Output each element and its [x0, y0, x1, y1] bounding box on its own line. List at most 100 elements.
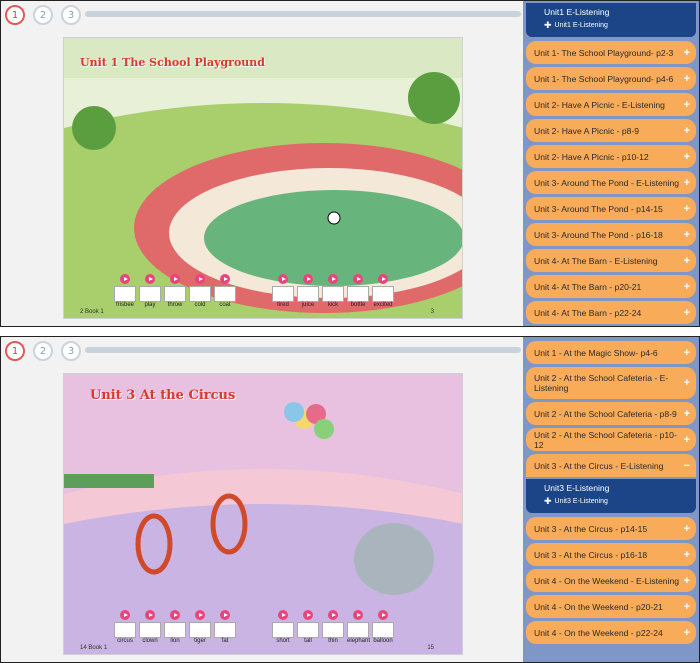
play-icon[interactable]	[145, 610, 155, 620]
textbook-page-circus: Unit 3 At the Circus circus clown lion t…	[63, 373, 463, 655]
play-icon[interactable]	[195, 610, 205, 620]
plus-icon[interactable]: +	[684, 434, 690, 445]
step-3[interactable]: 3	[61, 5, 81, 25]
play-icon[interactable]	[303, 610, 313, 620]
plus-icon[interactable]: +	[684, 575, 690, 586]
plus-icon[interactable]: +	[684, 408, 690, 419]
play-icon[interactable]	[328, 274, 338, 284]
play-icon[interactable]	[378, 274, 388, 284]
lesson-item[interactable]: Unit 4- At The Barn - p20-21 +	[526, 275, 696, 298]
vocab-item[interactable]: tiger	[189, 610, 211, 644]
minus-icon[interactable]: −	[684, 460, 690, 471]
play-icon[interactable]	[145, 274, 155, 284]
lesson-item[interactable]: Unit 3 - At the Circus - p16-18 +	[526, 543, 696, 566]
plus-icon[interactable]: +	[684, 47, 690, 58]
play-icon[interactable]	[353, 274, 363, 284]
play-icon[interactable]	[220, 610, 230, 620]
vocab-item[interactable]: balloon	[372, 610, 394, 644]
lesson-item[interactable]: Unit 1- The School Playground- p2-3 +	[526, 41, 696, 64]
lesson-item[interactable]: Unit 4- At The Barn - p22-24 +	[526, 301, 696, 324]
lesson-item[interactable]: Unit 3- Around The Pond - p14-15 +	[526, 197, 696, 220]
vocab-item[interactable]: juice	[297, 274, 319, 308]
lesson-item[interactable]: Unit 2 - At the School Cafeteria - p10-1…	[526, 428, 696, 451]
step-2[interactable]: 2	[33, 5, 53, 25]
vocab-strip-left: circus clown lion tiger fat	[114, 610, 236, 644]
vocab-item[interactable]: tired	[272, 274, 294, 308]
plus-icon[interactable]: +	[684, 627, 690, 638]
vocab-item[interactable]: throw	[164, 274, 186, 308]
vocab-strip-right: short tall thin elephant balloon	[272, 610, 394, 644]
plus-icon[interactable]: +	[684, 73, 690, 84]
lesson-item[interactable]: Unit 4 - On the Weekend - p22-24 +	[526, 621, 696, 644]
vocab-item[interactable]: clown	[139, 610, 161, 644]
sub-link[interactable]: ✚ Unit1 E-Listening	[544, 20, 688, 31]
vocab-item[interactable]: kick	[322, 274, 344, 308]
expanded-section: Unit3 E-Listening ✚ Unit3 E-Listening	[526, 479, 696, 513]
vocab-item[interactable]: bottle	[347, 274, 369, 308]
plus-icon[interactable]: +	[684, 151, 690, 162]
vocab-item[interactable]: short	[272, 610, 294, 644]
lesson-item[interactable]: Unit 1- The School Playground- p4-6 +	[526, 67, 696, 90]
vocab-item[interactable]: lion	[164, 610, 186, 644]
lesson-item[interactable]: Unit 2 - At the School Cafeteria - p8-9 +	[526, 402, 696, 425]
unit-title: Unit 3 At the Circus	[90, 388, 236, 403]
plus-icon[interactable]: +	[684, 549, 690, 560]
puzzle-icon: ✚	[544, 20, 552, 30]
plus-icon[interactable]: +	[684, 378, 690, 389]
page-stepper: 1 2 3	[5, 5, 81, 25]
lesson-item[interactable]: Unit 2- Have A Picnic - p10-12 +	[526, 145, 696, 168]
lesson-item[interactable]: Unit 3 - At the Circus - p14-15 +	[526, 517, 696, 540]
progress-bar	[85, 347, 521, 353]
plus-icon[interactable]: +	[684, 177, 690, 188]
play-icon[interactable]	[220, 274, 230, 284]
vocab-item[interactable]: excited	[372, 274, 394, 308]
play-icon[interactable]	[328, 610, 338, 620]
plus-icon[interactable]: +	[684, 125, 690, 136]
play-icon[interactable]	[278, 610, 288, 620]
lesson-item[interactable]: Unit 2 - At the School Cafeteria - E-Lis…	[526, 367, 696, 399]
progress-bar	[85, 11, 521, 17]
lesson-item[interactable]: Unit 2- Have A Picnic - p8-9 +	[526, 119, 696, 142]
lesson-item[interactable]: Unit 4 - On the Weekend - E-Listening +	[526, 569, 696, 592]
play-icon[interactable]	[278, 274, 288, 284]
lesson-item[interactable]: Unit 3- Around The Pond - E-Listening +	[526, 171, 696, 194]
play-icon[interactable]	[195, 274, 205, 284]
play-icon[interactable]	[170, 610, 180, 620]
lesson-item[interactable]: Unit 4 - On the Weekend - p20-21 +	[526, 595, 696, 618]
plus-icon[interactable]: +	[684, 203, 690, 214]
vocab-item[interactable]: thin	[322, 610, 344, 644]
vocab-item[interactable]: coat	[214, 274, 236, 308]
step-2[interactable]: 2	[33, 341, 53, 361]
vocab-item[interactable]: cold	[189, 274, 211, 308]
vocab-strip-right: tired juice kick bottle excited	[272, 274, 394, 308]
play-icon[interactable]	[303, 274, 313, 284]
vocab-item[interactable]: circus	[114, 610, 136, 644]
plus-icon[interactable]: +	[684, 307, 690, 318]
vocab-item[interactable]: frisbee	[114, 274, 136, 308]
vocab-item[interactable]: play	[139, 274, 161, 308]
lesson-item[interactable]: Unit 3- Around The Pond - p16-18 +	[526, 223, 696, 246]
play-icon[interactable]	[353, 610, 363, 620]
plus-icon[interactable]: +	[684, 99, 690, 110]
plus-icon[interactable]: +	[684, 281, 690, 292]
sub-link[interactable]: ✚ Unit3 E-Listening	[544, 496, 688, 507]
step-1[interactable]: 1	[5, 5, 25, 25]
plus-icon[interactable]: +	[684, 229, 690, 240]
step-1[interactable]: 1	[5, 341, 25, 361]
vocab-item[interactable]: fat	[214, 610, 236, 644]
lesson-item[interactable]: Unit 4- At The Barn - E-Listening +	[526, 249, 696, 272]
vocab-item[interactable]: elephant	[347, 610, 370, 644]
lesson-item[interactable]: Unit 1 - At the Magic Show- p4-6 +	[526, 341, 696, 364]
step-3[interactable]: 3	[61, 341, 81, 361]
play-icon[interactable]	[120, 610, 130, 620]
lesson-item[interactable]: Unit 2- Have A Picnic - E-Listening +	[526, 93, 696, 116]
plus-icon[interactable]: +	[684, 601, 690, 612]
plus-icon[interactable]: +	[684, 347, 690, 358]
play-icon[interactable]	[120, 274, 130, 284]
plus-icon[interactable]: +	[684, 255, 690, 266]
play-icon[interactable]	[378, 610, 388, 620]
vocab-item[interactable]: tall	[297, 610, 319, 644]
play-icon[interactable]	[170, 274, 180, 284]
plus-icon[interactable]: +	[684, 523, 690, 534]
lesson-item-open[interactable]: Unit 3 - At the Circus - E-Listening −	[526, 454, 696, 477]
